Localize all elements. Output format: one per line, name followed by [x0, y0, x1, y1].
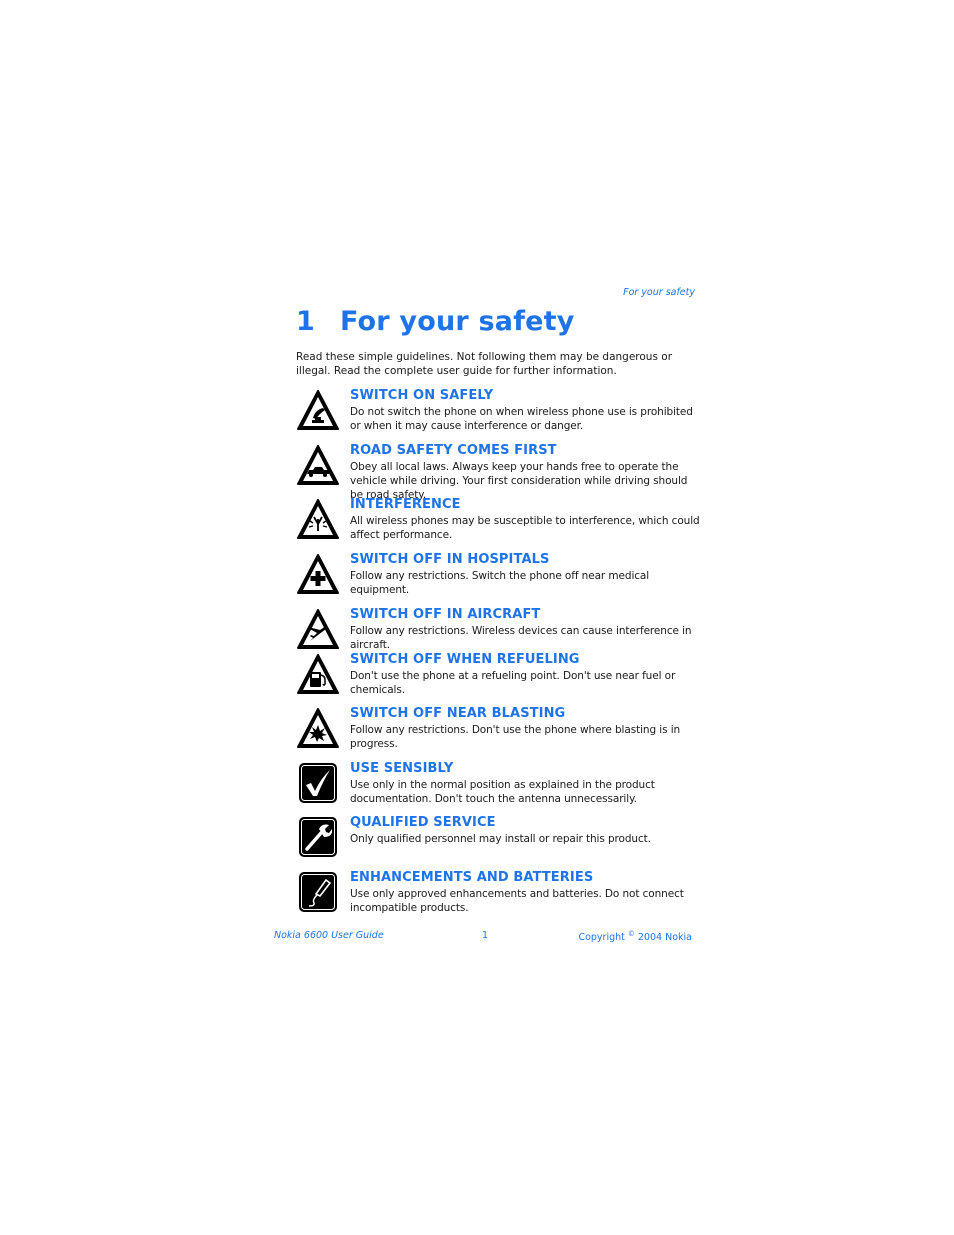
safety-item-title: USE SENSIBLY	[350, 761, 454, 776]
safety-item-title: SWITCH OFF IN AIRCRAFT	[350, 607, 541, 622]
safety-item-title: INTERFERENCE	[350, 497, 461, 512]
safety-item-text: Follow any restrictions. Switch the phon…	[350, 570, 650, 596]
chapter-number: 1	[296, 306, 315, 337]
safety-item-text: Don't use the phone at a refueling point…	[350, 670, 676, 696]
copyright-suffix: 2004 Nokia	[637, 932, 692, 944]
fuel-pump-icon	[296, 652, 340, 696]
safety-item-text: Follow any restrictions. Don't use the p…	[350, 724, 681, 750]
wrench-icon	[296, 815, 340, 859]
interference-icon	[296, 497, 340, 541]
safety-item-title: SWITCH ON SAFELY	[350, 388, 494, 403]
safety-item-title: SWITCH OFF WHEN REFUELING	[350, 652, 580, 667]
car-icon	[296, 443, 340, 487]
safety-item-title: ENHANCEMENTS AND BATTERIES	[350, 870, 594, 885]
safety-item-title: SWITCH OFF IN HOSPITALS	[350, 552, 550, 567]
safety-item-text: Use only approved enhancements and batte…	[350, 888, 684, 914]
safety-item-text: Obey all local laws. Always keep your ha…	[350, 461, 688, 501]
chapter-title-text: For your safety	[340, 306, 575, 337]
footer-guide-title: Nokia 6600 User Guide	[274, 930, 384, 941]
page-number: 1	[482, 930, 489, 941]
safety-item-title: QUALIFIED SERVICE	[350, 815, 496, 830]
running-header: For your safety	[623, 287, 695, 298]
checkmark-icon	[296, 761, 340, 805]
safety-item-title: ROAD SAFETY COMES FIRST	[350, 443, 557, 458]
footer-copyright: Copyright © 2004 Nokia	[578, 930, 692, 943]
copyright-symbol: ©	[627, 930, 635, 938]
airplane-icon	[296, 607, 340, 651]
safety-item-text: Use only in the normal position as expla…	[350, 779, 655, 805]
medical-cross-icon	[296, 552, 340, 596]
safety-item-text: All wireless phones may be susceptible t…	[350, 515, 700, 541]
cable-plug-icon	[296, 870, 340, 914]
safety-item-text: Do not switch the phone on when wireless…	[350, 406, 693, 432]
safety-item-text: Follow any restrictions. Wireless device…	[350, 625, 692, 651]
intro-paragraph: Read these simple guidelines. Not follow…	[296, 351, 673, 377]
chapter-title: 1 For your safety	[296, 306, 575, 337]
safety-item-text: Only qualified personnel may install or …	[350, 833, 651, 845]
safety-item-title: SWITCH OFF NEAR BLASTING	[350, 706, 566, 721]
explosion-icon	[296, 706, 340, 750]
copyright-prefix: Copyright	[578, 932, 625, 944]
switch-on-safely-icon	[296, 388, 340, 432]
